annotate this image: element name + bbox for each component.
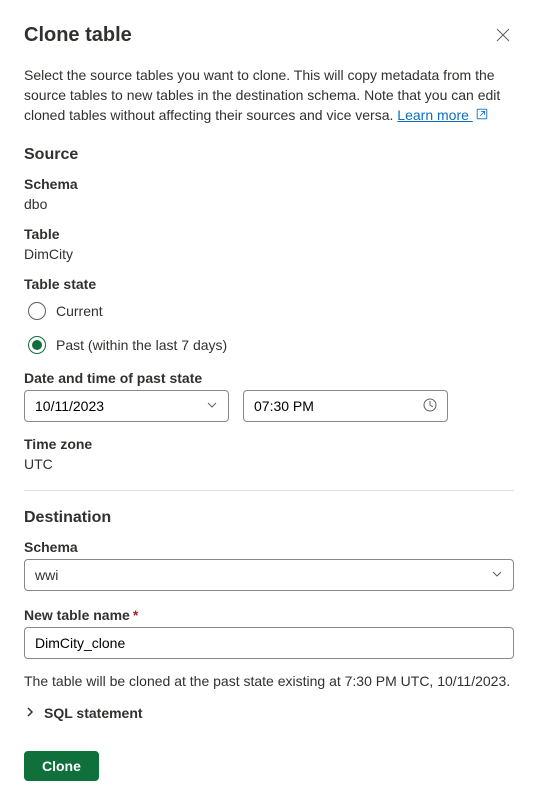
time-picker[interactable] [243, 390, 448, 422]
divider [24, 490, 514, 491]
chevron-down-icon [206, 398, 218, 414]
radio-icon [28, 302, 46, 320]
radio-icon [28, 336, 46, 354]
required-asterisk: * [133, 607, 138, 623]
new-table-name-input[interactable] [35, 635, 503, 651]
clone-button[interactable]: Clone [24, 751, 99, 781]
sql-statement-expander[interactable]: SQL statement [24, 705, 514, 721]
sql-statement-label: SQL statement [44, 705, 143, 721]
destination-heading: Destination [24, 509, 514, 527]
source-table-value: DimCity [24, 246, 514, 262]
clock-icon [423, 398, 437, 415]
dest-schema-label: Schema [24, 539, 514, 555]
source-heading: Source [24, 146, 514, 164]
datetime-label: Date and time of past state [24, 370, 514, 386]
source-schema-value: dbo [24, 196, 514, 212]
chevron-right-icon [24, 705, 36, 721]
dest-schema-value: wwi [35, 567, 58, 583]
date-picker[interactable] [24, 390, 229, 422]
clone-note: The table will be cloned at the past sta… [24, 673, 514, 689]
radio-past-label: Past (within the last 7 days) [56, 337, 227, 353]
new-table-name-label: New table name* [24, 607, 514, 623]
table-state-label: Table state [24, 276, 514, 292]
close-button[interactable] [492, 24, 514, 49]
dialog-description: Select the source tables you want to clo… [24, 65, 514, 126]
radio-current[interactable]: Current [28, 302, 514, 320]
learn-more-link[interactable]: Learn more [397, 107, 472, 123]
timezone-label: Time zone [24, 436, 514, 452]
new-table-name-field[interactable] [24, 627, 514, 659]
dialog-title: Clone table [24, 24, 132, 47]
date-input[interactable] [35, 398, 206, 414]
close-icon [496, 30, 510, 45]
dest-schema-select[interactable]: wwi [24, 559, 514, 591]
source-table-label: Table [24, 226, 514, 242]
external-link-icon [475, 106, 489, 126]
time-input[interactable] [254, 398, 423, 414]
timezone-value: UTC [24, 456, 514, 472]
source-schema-label: Schema [24, 176, 514, 192]
new-table-name-label-text: New table name [24, 607, 130, 623]
radio-current-label: Current [56, 303, 103, 319]
chevron-down-icon [491, 567, 503, 583]
radio-past[interactable]: Past (within the last 7 days) [28, 336, 514, 354]
